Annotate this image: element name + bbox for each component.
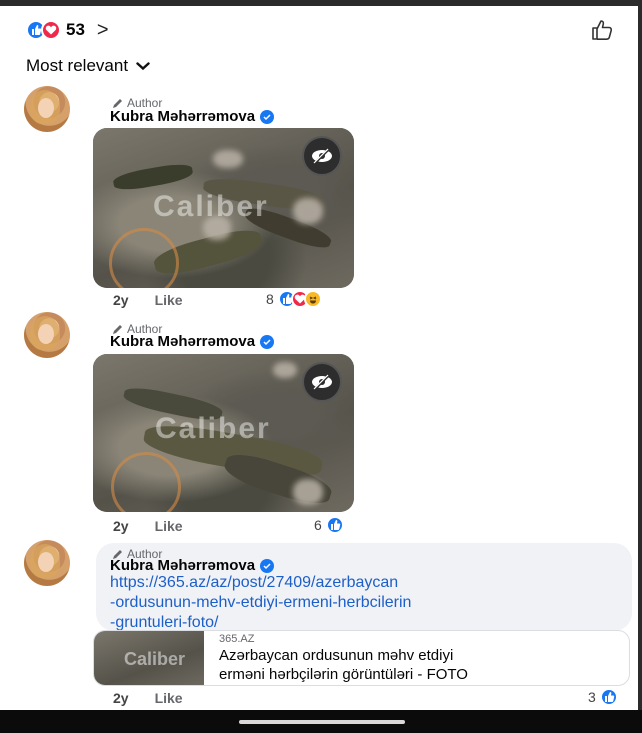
commenter-name[interactable]: Kubra Məhərrəmova <box>110 108 275 125</box>
verified-badge-icon <box>260 109 275 124</box>
comment-actions: 2y Like <box>113 292 183 308</box>
link-title: Azərbaycan ordusunun məhv etdiyi erməni … <box>219 647 468 683</box>
like-reaction-icon <box>599 688 618 706</box>
link-line[interactable]: -ordusunun-mehv-etdiyi-ermeni-herbcileri… <box>110 593 580 613</box>
avatar[interactable] <box>24 540 70 586</box>
photo-watermark: Caliber <box>155 412 271 445</box>
eye-slash-icon <box>312 374 332 390</box>
hide-content-button[interactable] <box>302 136 342 176</box>
reaction-icons <box>26 20 61 40</box>
reaction-count: 53 <box>66 20 85 39</box>
home-indicator[interactable] <box>239 720 405 724</box>
comment-reactions[interactable]: 6 <box>314 516 344 534</box>
right-border <box>638 0 642 733</box>
chevron-down-icon <box>136 61 150 70</box>
haha-reaction-icon <box>303 290 322 308</box>
thumbs-up-outline-icon[interactable] <box>590 18 616 47</box>
comment-actions: 2y Like <box>113 518 183 534</box>
pencil-icon <box>113 98 122 108</box>
sort-dropdown[interactable]: Most relevant <box>26 56 150 76</box>
verified-badge-icon <box>260 558 275 573</box>
reactions-summary[interactable]: 53 > <box>26 16 616 44</box>
comment-photo[interactable]: Caliber <box>93 128 354 288</box>
comment-photo[interactable]: Caliber <box>93 354 354 512</box>
chevron-right-icon[interactable]: > <box>97 19 109 42</box>
top-border <box>0 0 642 6</box>
commenter-name[interactable]: Kubra Məhərrəmova <box>110 557 275 574</box>
avatar[interactable] <box>24 312 70 358</box>
avatar[interactable] <box>24 86 70 132</box>
link-preview-card[interactable]: Caliber 365.AZ Azərbaycan ordusunun məhv… <box>93 630 630 686</box>
comment-actions: 2y Like <box>113 690 183 706</box>
verified-badge-icon <box>260 334 275 349</box>
eye-slash-icon <box>312 148 332 164</box>
link-preview-image: Caliber <box>94 631 204 685</box>
comment-reactions[interactable]: 8 <box>266 290 322 308</box>
sort-label: Most relevant <box>26 56 129 75</box>
commenter-name[interactable]: Kubra Məhərrəmova <box>110 333 275 350</box>
like-reaction-icon <box>325 516 344 534</box>
comment-reactions[interactable]: 3 <box>588 688 618 706</box>
system-navigation-bar <box>0 710 642 733</box>
comment-time[interactable]: 2y <box>113 292 129 308</box>
link-line[interactable]: https://365.az/az/post/27409/azerbaycan <box>110 573 580 593</box>
love-reaction-icon <box>41 20 61 40</box>
hide-content-button[interactable] <box>302 362 342 402</box>
link-domain: 365.AZ <box>219 633 255 645</box>
photo-watermark: Caliber <box>153 190 269 223</box>
comment-time[interactable]: 2y <box>113 690 129 706</box>
comment-link[interactable]: https://365.az/az/post/27409/azerbaycan … <box>110 573 580 633</box>
like-button[interactable]: Like <box>155 690 183 706</box>
comment-time[interactable]: 2y <box>113 518 129 534</box>
like-button[interactable]: Like <box>155 292 183 308</box>
photo-watermark: Caliber <box>124 649 186 669</box>
like-button[interactable]: Like <box>155 518 183 534</box>
